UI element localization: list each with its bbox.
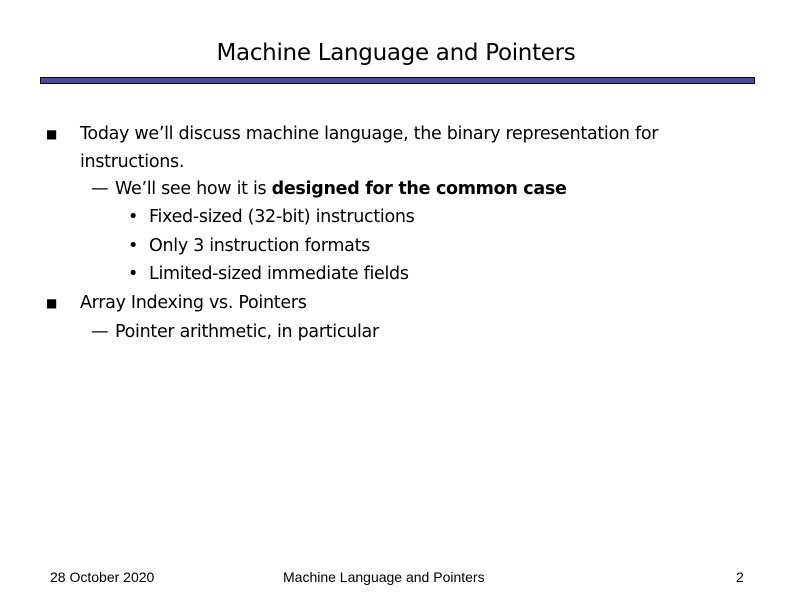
sub-item-text: Fixed-sized (32-bit) instructions [149, 207, 415, 227]
sub-text-bold: designed for the common case [271, 179, 567, 199]
bullet-1-text-line2: instructions. [80, 152, 185, 172]
dash-icon: — [91, 322, 109, 342]
sub-item-text: Only 3 instruction formats [149, 236, 370, 256]
dot-bullet-icon: • [128, 207, 139, 227]
dash-icon: — [91, 179, 109, 199]
sub-item-text: Limited-sized immediate fields [149, 264, 409, 284]
dot-bullet-icon: • [128, 236, 139, 256]
title-rule [40, 77, 755, 84]
bullet-2-sub-text: Pointer arithmetic, in particular [115, 322, 379, 342]
slide-title: Machine Language and Pointers [216, 40, 576, 66]
footer-title: Machine Language and Pointers [283, 569, 485, 585]
sub-text-plain: We’ll see how it is [115, 179, 272, 199]
bullet-1-text-line1: Today we’ll discuss machine language, th… [80, 124, 659, 144]
square-bullet-icon: ■ [46, 127, 58, 141]
bullet-2-text: Array Indexing vs. Pointers [80, 293, 307, 313]
footer-date: 28 October 2020 [50, 569, 155, 585]
page-number: 2 [736, 569, 744, 585]
dot-bullet-icon: • [128, 264, 139, 284]
bullet-1-sub-text: We’ll see how it is designed for the com… [115, 179, 567, 199]
square-bullet-icon: ■ [46, 296, 58, 310]
